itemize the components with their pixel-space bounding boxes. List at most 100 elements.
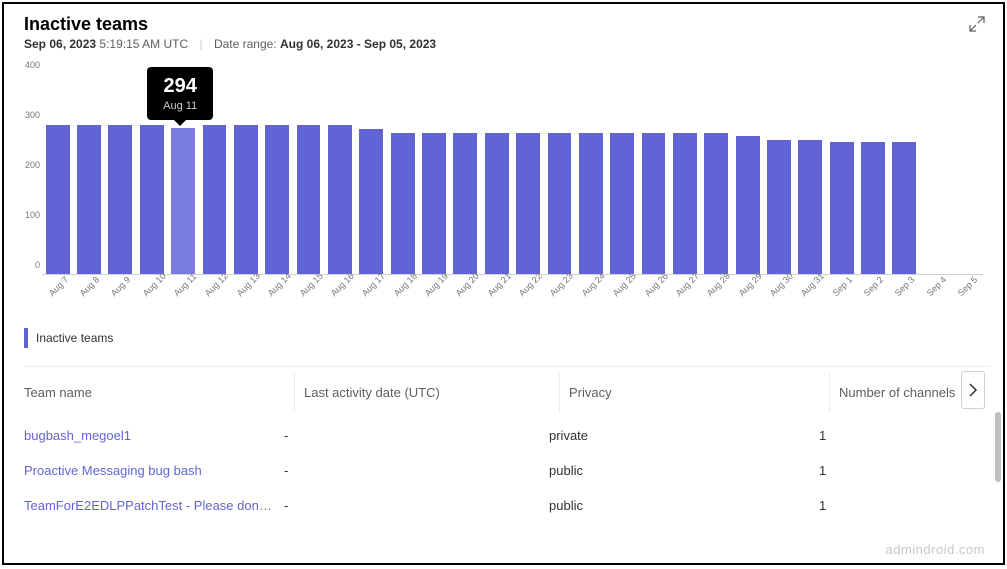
bar-slot[interactable] (73, 75, 104, 274)
bar-slot[interactable] (293, 75, 324, 274)
bar-slot[interactable] (324, 75, 355, 274)
team-name-link[interactable]: TeamForE2EDLPPatchTest - Please don't ..… (24, 498, 284, 513)
table-row: bugbash_megoel1-private1 (24, 418, 991, 453)
x-tick: Aug 13 (235, 271, 262, 298)
bar[interactable] (736, 136, 760, 274)
x-tick: Aug 22 (517, 271, 544, 298)
bar-slot[interactable] (512, 75, 543, 274)
bar-slot[interactable] (544, 75, 575, 274)
bar[interactable] (140, 125, 164, 274)
bar-slot[interactable] (387, 75, 418, 274)
bar[interactable] (892, 142, 916, 274)
bar-slot[interactable] (481, 75, 512, 274)
bar[interactable] (704, 133, 728, 274)
bar[interactable] (391, 133, 415, 274)
x-tick: Aug 27 (674, 271, 701, 298)
bar[interactable] (265, 125, 289, 274)
bar[interactable] (297, 125, 321, 274)
bar[interactable] (579, 133, 603, 274)
y-tick: 200 (25, 160, 40, 170)
bar-slot[interactable] (450, 75, 481, 274)
x-tick: Sep 2 (862, 275, 886, 299)
scrollbar-thumb[interactable] (995, 412, 1001, 482)
report-date: Sep 06, 2023 (24, 37, 96, 51)
bar-slot[interactable] (418, 75, 449, 274)
bar-slot[interactable] (920, 75, 951, 274)
team-name-link[interactable]: Proactive Messaging bug bash (24, 463, 284, 478)
x-tick: Aug 10 (140, 271, 167, 298)
col-team-name[interactable]: Team name (24, 385, 304, 400)
chevron-right-icon (968, 383, 978, 397)
bar[interactable] (485, 133, 509, 274)
bar[interactable] (610, 133, 634, 274)
bar-slot[interactable] (701, 75, 732, 274)
bar-slot[interactable] (105, 75, 136, 274)
table-row: TeamForE2EDLPPatchTest - Please don't ..… (24, 488, 991, 523)
x-tick: Aug 8 (78, 275, 102, 299)
bar-slot[interactable] (763, 75, 794, 274)
bar[interactable] (767, 140, 791, 274)
last-activity-cell: - (284, 428, 549, 443)
plot-area: 294 Aug 11 (42, 75, 983, 275)
bar[interactable] (203, 125, 227, 274)
bar-slot[interactable] (857, 75, 888, 274)
bar[interactable] (359, 129, 383, 274)
page-title: Inactive teams (24, 14, 983, 35)
bar-slot[interactable] (42, 75, 73, 274)
bar[interactable] (516, 133, 540, 274)
bar-slot[interactable] (606, 75, 637, 274)
bar-slot[interactable] (669, 75, 700, 274)
bar-slot[interactable] (795, 75, 826, 274)
bar[interactable] (234, 125, 258, 274)
bar[interactable] (422, 133, 446, 274)
y-tick: 0 (35, 260, 40, 270)
bar[interactable] (46, 125, 70, 274)
last-activity-cell: - (284, 498, 549, 513)
date-range-value: Aug 06, 2023 - Sep 05, 2023 (280, 37, 436, 51)
bar-slot[interactable] (262, 75, 293, 274)
legend-label: Inactive teams (36, 331, 113, 345)
y-tick: 400 (25, 60, 40, 70)
bar[interactable] (673, 133, 697, 274)
bar-slot[interactable] (951, 75, 982, 274)
x-tick: Aug 18 (391, 271, 418, 298)
bar[interactable] (861, 142, 885, 274)
bar-slot[interactable] (889, 75, 920, 274)
bar-chart: 0100200300400 294 Aug 11 Aug 7Aug 8Aug 9… (24, 75, 983, 310)
x-tick: Aug 25 (611, 271, 638, 298)
privacy-cell: public (549, 498, 819, 513)
x-tick: Aug 23 (548, 271, 575, 298)
bar[interactable] (798, 140, 822, 274)
bar[interactable] (642, 133, 666, 274)
bar-slot[interactable] (230, 75, 261, 274)
expand-icon[interactable] (969, 16, 985, 32)
table-body: bugbash_megoel1-private1 Proactive Messag… (24, 418, 991, 523)
x-tick: Aug 14 (266, 271, 293, 298)
x-tick: Sep 1 (830, 275, 854, 299)
bar[interactable] (453, 133, 477, 274)
privacy-cell: private (549, 428, 819, 443)
x-tick: Aug 7 (46, 275, 70, 299)
y-tick: 300 (25, 110, 40, 120)
x-tick: Aug 15 (297, 271, 324, 298)
table-header: Team name Last activity date (UTC) Priva… (24, 366, 991, 418)
bar[interactable] (548, 133, 572, 274)
col-privacy[interactable]: Privacy (569, 385, 839, 400)
bar[interactable] (830, 142, 854, 274)
bar-slot[interactable] (826, 75, 857, 274)
team-name-link[interactable]: bugbash_megoel1 (24, 428, 284, 443)
bar[interactable] (171, 128, 195, 274)
separator: | (199, 37, 202, 51)
bar-slot[interactable] (732, 75, 763, 274)
bar[interactable] (77, 125, 101, 274)
next-page-button[interactable] (961, 371, 985, 409)
privacy-cell: public (549, 463, 819, 478)
bar-slot[interactable] (356, 75, 387, 274)
bar-slot[interactable] (638, 75, 669, 274)
y-tick: 100 (25, 210, 40, 220)
bar[interactable] (328, 125, 352, 274)
y-axis: 0100200300400 (24, 75, 42, 275)
col-last-activity[interactable]: Last activity date (UTC) (304, 385, 569, 400)
bar-slot[interactable] (575, 75, 606, 274)
bar[interactable] (108, 125, 132, 274)
